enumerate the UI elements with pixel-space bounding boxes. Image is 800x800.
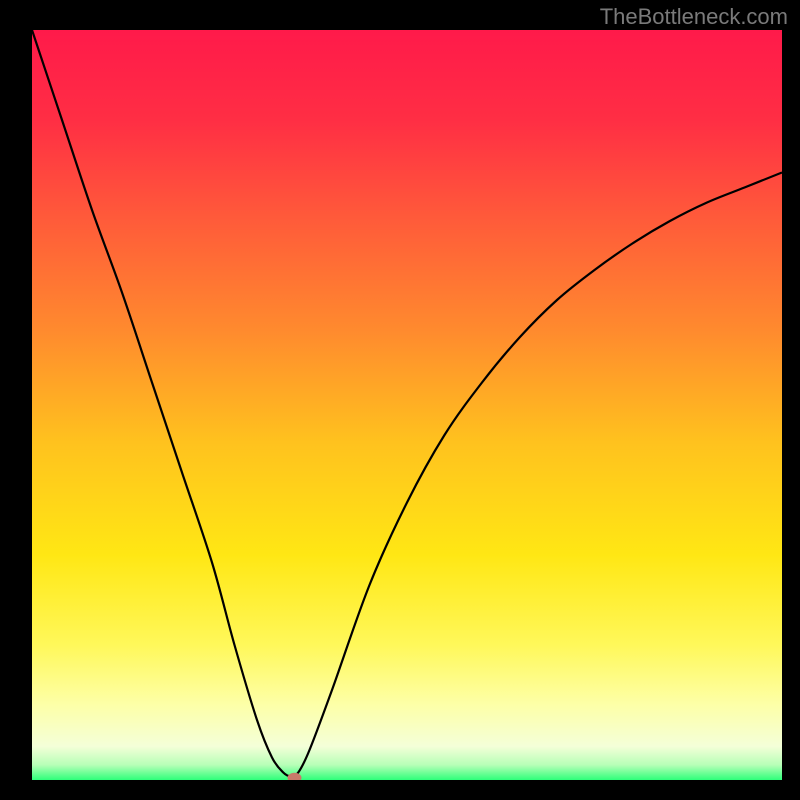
chart-background	[32, 30, 782, 780]
watermark-text: TheBottleneck.com	[600, 4, 788, 30]
chart-plot-area	[32, 30, 782, 780]
chart-svg	[32, 30, 782, 780]
